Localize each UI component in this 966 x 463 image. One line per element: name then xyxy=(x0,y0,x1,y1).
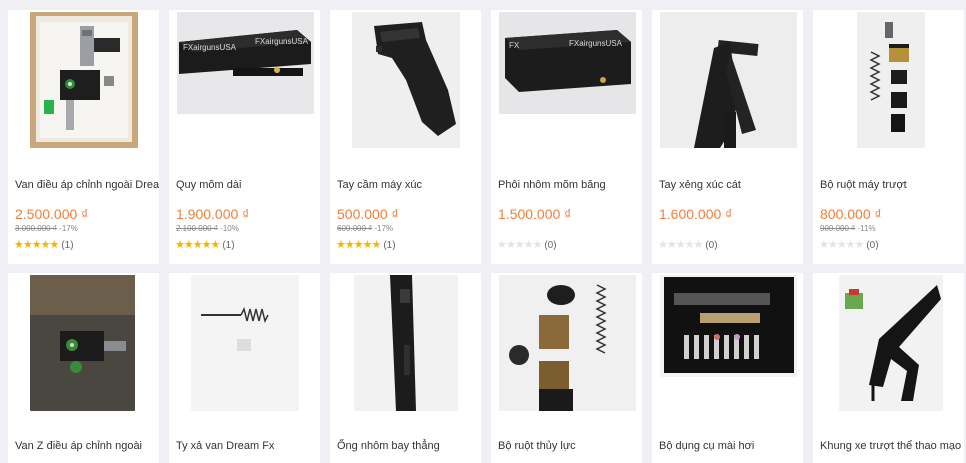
product-image[interactable] xyxy=(352,12,460,148)
product-name[interactable]: Ống nhôm bay thẳng xyxy=(337,439,440,453)
product-old-price-row: 2.100.000 ₫ -10% xyxy=(176,224,239,233)
product-image[interactable] xyxy=(660,275,797,377)
product-name[interactable]: Van Z điều áp chỉnh ngoài xyxy=(15,439,142,453)
product-old-price-row: 600.000 ₫ -17% xyxy=(337,224,393,233)
product-rating: ★★★★★ (0) xyxy=(819,239,879,252)
product-rating: ★★★★★ (0) xyxy=(497,239,557,252)
product-image[interactable] xyxy=(30,12,138,148)
product-card[interactable]: Tay cầm máy xúc 500.000 ₫ 600.000 ₫ -17%… xyxy=(330,10,481,264)
product-image[interactable] xyxy=(857,12,925,148)
product-card[interactable]: Ty xả van Dream Fx xyxy=(169,273,320,463)
product-image[interactable] xyxy=(660,12,797,148)
review-count: (1) xyxy=(61,240,74,251)
product-price: 1.900.000 ₫ xyxy=(176,206,250,222)
product-name[interactable]: Phôi nhôm mõm băng xyxy=(498,178,606,192)
product-price: 2.500.000 ₫ xyxy=(15,206,89,222)
product-image[interactable] xyxy=(354,275,458,411)
product-old-price: 900.000 ₫ xyxy=(820,224,856,233)
review-count: (1) xyxy=(383,240,396,251)
product-image[interactable] xyxy=(30,275,135,411)
product-discount: -17% xyxy=(374,224,394,233)
product-old-price-row: 900.000 ₫ -11% xyxy=(820,224,876,233)
product-old-price: 3.000.000 ₫ xyxy=(15,224,57,233)
product-image[interactable] xyxy=(839,275,943,411)
fx-logo: FXairgunsUSA xyxy=(183,43,237,52)
review-count: (0) xyxy=(866,240,879,251)
star-icon: ★★★★★ xyxy=(336,239,381,251)
product-card[interactable]: Ống nhôm bay thẳng xyxy=(330,273,481,463)
product-card[interactable]: Khung xe trượt thể thao mạo xyxy=(813,273,964,463)
product-image[interactable] xyxy=(499,275,636,411)
product-rating: ★★★★★ (0) xyxy=(658,239,718,252)
product-grid: Van điều áp chỉnh ngoài Dream 2.500.000 … xyxy=(0,0,966,463)
product-rating: ★★★★★ (1) xyxy=(14,239,74,252)
product-name[interactable]: Van điều áp chỉnh ngoài Dream xyxy=(15,178,159,192)
product-price: 800.000 ₫ xyxy=(820,206,882,222)
star-icon: ★★★★★ xyxy=(175,239,220,251)
svg-text:FXairgunsUSA: FXairgunsUSA xyxy=(255,37,309,46)
product-rating: ★★★★★ (1) xyxy=(336,239,396,252)
product-discount: -11% xyxy=(857,224,876,233)
product-image[interactable]: FX FXairgunsUSA xyxy=(499,12,636,114)
product-card[interactable]: FX FXairgunsUSA Phôi nhôm mõm băng 1.500… xyxy=(491,10,642,264)
star-icon: ★★★★★ xyxy=(819,239,864,251)
star-icon: ★★★★★ xyxy=(497,239,542,251)
product-name[interactable]: Tay cầm máy xúc xyxy=(337,178,422,192)
svg-text:FX: FX xyxy=(509,41,520,50)
product-card[interactable]: Bộ dụng cụ mài hơi xyxy=(652,273,803,463)
product-price: 1.500.000 ₫ xyxy=(498,206,572,222)
product-discount: -17% xyxy=(59,224,78,233)
product-old-price-row: 3.000.000 ₫ -17% xyxy=(15,224,78,233)
product-name[interactable]: Tay xẻng xúc cát xyxy=(659,178,741,192)
product-name[interactable]: Bộ ruột thủy lực xyxy=(498,439,576,453)
star-icon: ★★★★★ xyxy=(658,239,703,251)
product-discount: -10% xyxy=(220,224,239,233)
review-count: (1) xyxy=(222,240,235,251)
product-card[interactable]: Bộ ruột máy trượt 800.000 ₫ 900.000 ₫ -1… xyxy=(813,10,964,264)
product-card[interactable]: Bộ ruột thủy lực xyxy=(491,273,642,463)
product-old-price: 2.100.000 ₫ xyxy=(176,224,218,233)
review-count: (0) xyxy=(705,240,718,251)
product-price: 1.600.000 ₫ xyxy=(659,206,733,222)
product-rating: ★★★★★ (1) xyxy=(175,239,235,252)
fx-logo: FXairgunsUSA xyxy=(569,39,623,48)
product-name[interactable]: Bộ dụng cụ mài hơi xyxy=(659,439,754,453)
product-name[interactable]: Bộ ruột máy trượt xyxy=(820,178,907,192)
product-name[interactable]: Ty xả van Dream Fx xyxy=(176,439,274,453)
product-name[interactable]: Khung xe trượt thể thao mạo xyxy=(820,439,961,453)
product-image[interactable] xyxy=(191,275,299,411)
product-name[interactable]: Quy mõm dài xyxy=(176,178,241,192)
product-card[interactable]: Tay xẻng xúc cát 1.600.000 ₫ ★★★★★ (0) xyxy=(652,10,803,264)
product-price: 500.000 ₫ xyxy=(337,206,399,222)
product-old-price: 600.000 ₫ xyxy=(337,224,373,233)
product-card[interactable]: FXairgunsUSA FXairgunsUSA Quy mõm dài 1.… xyxy=(169,10,320,264)
review-count: (0) xyxy=(544,240,557,251)
star-icon: ★★★★★ xyxy=(14,239,59,251)
product-card[interactable]: Van Z điều áp chỉnh ngoài xyxy=(8,273,159,463)
product-image[interactable]: FXairgunsUSA FXairgunsUSA xyxy=(177,12,314,114)
product-card[interactable]: Van điều áp chỉnh ngoài Dream 2.500.000 … xyxy=(8,10,159,264)
